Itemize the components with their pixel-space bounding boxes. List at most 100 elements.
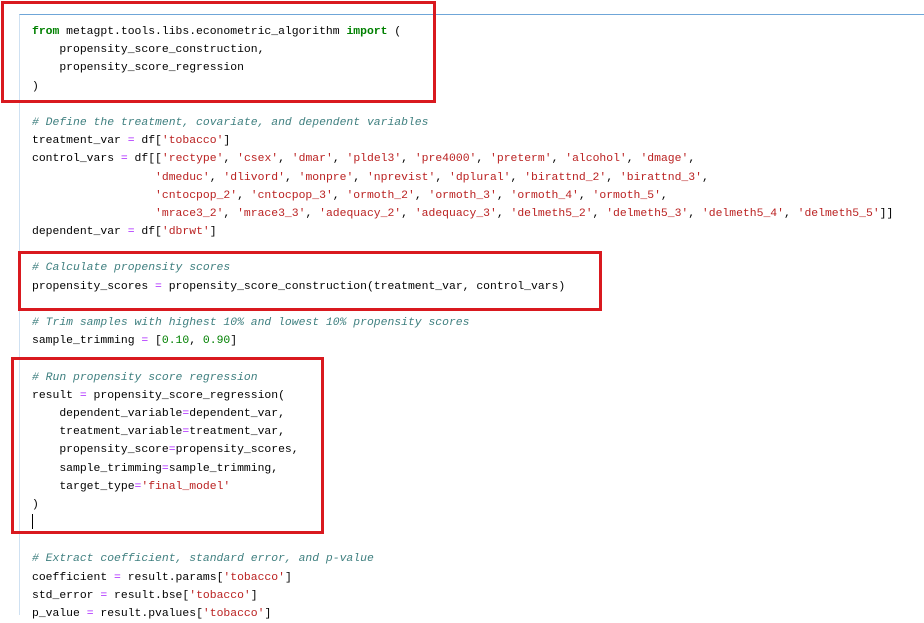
code-token: , bbox=[688, 153, 696, 166]
code-line: # Define the treatment, covariate, and d… bbox=[32, 114, 893, 132]
code-token: , bbox=[435, 171, 449, 184]
code-token: sample_trimming bbox=[32, 462, 162, 475]
code-token: ( bbox=[387, 26, 402, 38]
code-token: result.bse[ bbox=[107, 589, 190, 602]
code-token: propensity_score_construction, bbox=[32, 44, 265, 57]
code-line: # Run propensity score regression bbox=[32, 369, 893, 387]
code-token: propensity_score bbox=[32, 444, 169, 457]
code-token: 'mrace3_3' bbox=[237, 207, 306, 220]
code-token: df[ bbox=[134, 135, 162, 148]
code-token: 'dbrwt' bbox=[161, 226, 210, 239]
code-token: , bbox=[510, 171, 525, 184]
code-token: ) bbox=[32, 498, 39, 511]
code-token: 'dmeduc' bbox=[155, 171, 210, 184]
code-editor[interactable]: from metagpt.tools.libs.econometric_algo… bbox=[32, 23, 893, 623]
code-token: control_vars bbox=[32, 153, 121, 166]
code-line: propensity_score=propensity_scores, bbox=[32, 441, 893, 459]
code-token: 'adequacy_3' bbox=[414, 207, 497, 220]
code-token: propensity_scores, bbox=[175, 444, 299, 457]
code-token: 'tobacco' bbox=[161, 135, 224, 148]
code-token: 'monpre' bbox=[298, 171, 354, 184]
code-token: treatment_variable bbox=[32, 426, 183, 439]
code-token: 'tobacco' bbox=[202, 608, 265, 620]
code-token: p_value bbox=[32, 608, 87, 620]
code-token: ] bbox=[230, 335, 238, 348]
code-token: 'delmeth5_5' bbox=[797, 207, 880, 220]
text-cursor bbox=[32, 514, 33, 530]
code-token: ] bbox=[209, 226, 217, 239]
code-token: result bbox=[32, 389, 80, 402]
code-token: dependent_variable bbox=[32, 407, 183, 420]
code-token: , bbox=[660, 189, 668, 202]
code-token: 'cntocpop_2' bbox=[155, 189, 238, 202]
code-token: , bbox=[551, 153, 566, 166]
code-token: ]] bbox=[879, 207, 894, 220]
code-token: 'dlivord' bbox=[223, 171, 285, 184]
code-token: , bbox=[332, 189, 347, 202]
code-line: 'mrace3_2', 'mrace3_3', 'adequacy_2', 'a… bbox=[32, 205, 893, 223]
code-line: 'cntocpop_2', 'cntocpop_3', 'ormoth_2', … bbox=[32, 187, 893, 205]
code-token: result.params[ bbox=[120, 571, 224, 584]
code-token: , bbox=[476, 153, 491, 166]
code-token: ] bbox=[223, 135, 231, 148]
code-token: 'ormoth_3' bbox=[428, 189, 497, 202]
code-token: 'ormoth_5' bbox=[592, 189, 661, 202]
code-line: sample_trimming=sample_trimming, bbox=[32, 460, 893, 478]
code-token: sample_trimming, bbox=[168, 462, 279, 475]
code-token: # Run propensity score regression bbox=[32, 371, 258, 384]
code-token: propensity_score_regression( bbox=[86, 389, 285, 402]
code-token: 'ormoth_4' bbox=[510, 189, 579, 202]
code-token: 'dplural' bbox=[449, 171, 511, 184]
code-line: propensity_score_construction, bbox=[32, 41, 893, 59]
code-line: propensity_scores = propensity_score_con… bbox=[32, 278, 893, 296]
code-token: = bbox=[86, 608, 94, 620]
code-token: , bbox=[592, 207, 607, 220]
code-token: , bbox=[606, 171, 620, 184]
code-token: = bbox=[127, 226, 135, 239]
code-token: , bbox=[578, 189, 593, 202]
code-line: # Calculate propensity scores bbox=[32, 259, 893, 277]
code-token: treatment_var bbox=[32, 135, 128, 148]
code-line: treatment_variable=treatment_var, bbox=[32, 423, 893, 441]
code-token: = bbox=[127, 135, 135, 148]
code-token: propensity_scores bbox=[32, 280, 156, 293]
code-token: 'alcohol' bbox=[565, 153, 627, 166]
code-line: dependent_variable=dependent_var, bbox=[32, 405, 893, 423]
code-token: , bbox=[783, 207, 798, 220]
code-token: 'pldel3' bbox=[346, 153, 402, 166]
code-token: treatment_var, bbox=[189, 426, 285, 439]
code-token: , bbox=[223, 207, 238, 220]
code-token: , bbox=[305, 207, 320, 220]
code-token: metagpt.tools.libs.econometric_algorithm bbox=[59, 26, 347, 38]
code-line: from metagpt.tools.libs.econometric_algo… bbox=[32, 23, 893, 41]
code-line bbox=[32, 514, 893, 532]
code-line: # Extract coefficient, standard error, a… bbox=[32, 550, 893, 568]
code-line: ) bbox=[32, 78, 893, 96]
code-token: from bbox=[32, 26, 60, 38]
code-line: sample_trimming = [0.10, 0.90] bbox=[32, 332, 893, 350]
code-token: coefficient bbox=[32, 571, 115, 584]
code-token: 'cntocpop_3' bbox=[250, 189, 333, 202]
code-token: df[[ bbox=[127, 153, 162, 166]
code-token: # Extract coefficient, standard error, a… bbox=[32, 553, 374, 566]
code-line: treatment_var = df['tobacco'] bbox=[32, 132, 893, 150]
code-token: , bbox=[209, 171, 224, 184]
code-token: 'preterm' bbox=[490, 153, 552, 166]
code-token: import bbox=[346, 26, 388, 38]
code-token: 'tobacco' bbox=[189, 589, 251, 602]
code-line: control_vars = df[['rectype', 'csex', 'd… bbox=[32, 150, 893, 168]
code-token: , bbox=[401, 153, 415, 166]
code-token: = bbox=[161, 462, 169, 475]
code-token: 'birattnd_2' bbox=[524, 171, 607, 184]
code-line: ) bbox=[32, 496, 893, 514]
code-token: , bbox=[401, 207, 415, 220]
code-line: std_error = result.bse['tobacco'] bbox=[32, 587, 893, 605]
code-token: ] bbox=[250, 589, 258, 602]
code-token: , bbox=[353, 171, 367, 184]
code-token: 'tobacco' bbox=[223, 571, 285, 584]
code-line: coefficient = result.params['tobacco'] bbox=[32, 569, 893, 587]
